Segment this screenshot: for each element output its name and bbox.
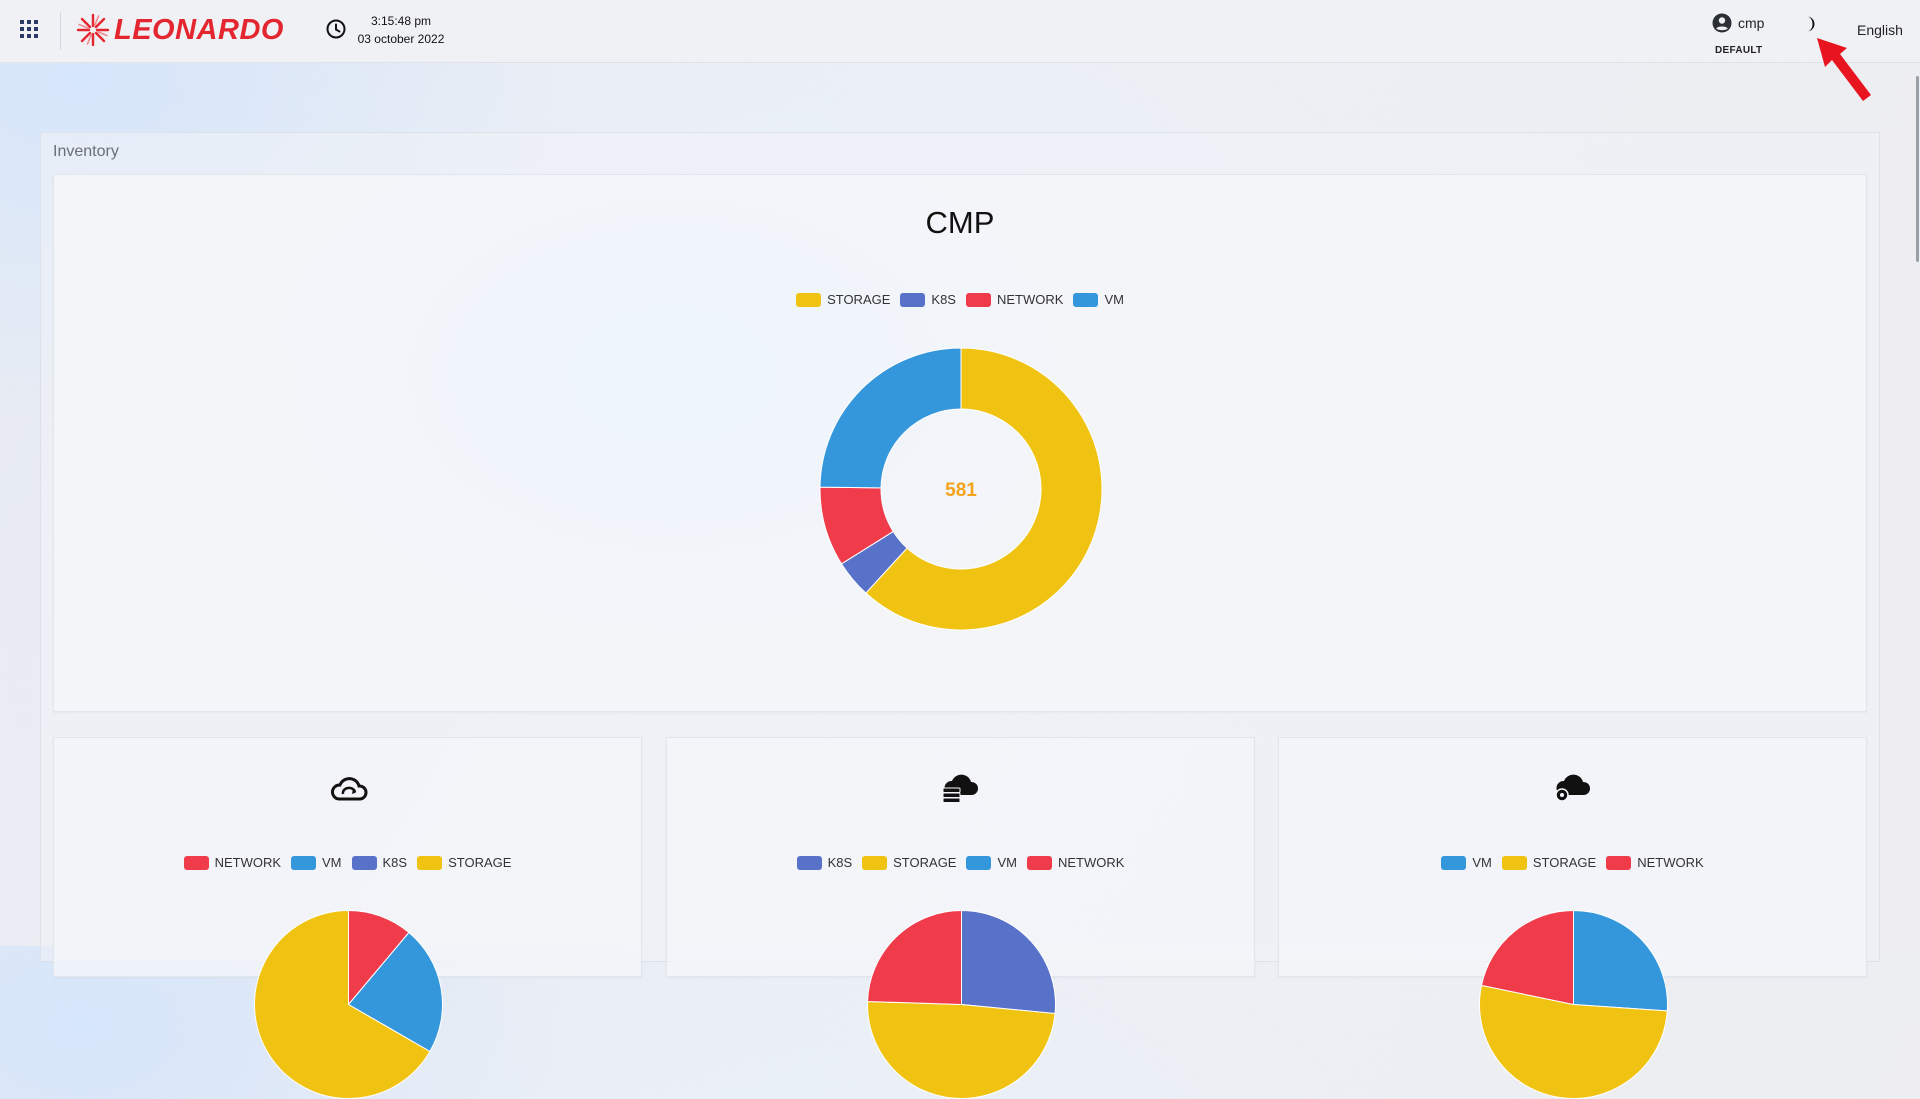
- legend-item-vm[interactable]: VM: [1441, 855, 1492, 870]
- slice-storage[interactable]: [867, 1000, 1056, 1099]
- legend-label: NETWORK: [1637, 855, 1704, 870]
- legend-item-storage[interactable]: STORAGE: [417, 855, 511, 870]
- inventory-card-2: K8S STORAGE VM NETWORK: [666, 737, 1255, 1099]
- legend-label: VM: [1104, 292, 1124, 307]
- cmp-chart-card: CMP STORAGE K8S NETWORK VM 581: [53, 174, 1867, 712]
- legend-item-network[interactable]: NETWORK: [183, 855, 282, 870]
- legend-swatch: [1606, 855, 1632, 870]
- legend-swatch: [351, 855, 377, 870]
- pie-chart: [1479, 910, 1668, 1099]
- legend-item-vm[interactable]: VM: [291, 855, 342, 870]
- cloud-settings-icon: [1555, 774, 1591, 802]
- legend-item-storage[interactable]: STORAGE: [796, 292, 890, 307]
- legend-item-k8s[interactable]: K8S: [900, 292, 956, 307]
- brand-starburst-icon: [76, 13, 110, 47]
- legend-swatch: [900, 292, 926, 307]
- legend-item-network[interactable]: NETWORK: [965, 292, 1064, 307]
- legend-item-vm[interactable]: VM: [1073, 292, 1124, 307]
- pie-chart: [254, 910, 443, 1099]
- legend-swatch: [1073, 292, 1099, 307]
- chart-legend: K8S STORAGE VM NETWORK: [667, 855, 1254, 870]
- user-role: DEFAULT: [1715, 45, 1763, 56]
- legend-label: STORAGE: [893, 855, 957, 870]
- cmp-donut-chart: 581: [819, 347, 1103, 631]
- pie-chart: [867, 910, 1056, 1099]
- legend-label: VM: [997, 855, 1017, 870]
- chart-legend: NETWORK VM K8S STORAGE: [54, 855, 641, 870]
- legend-swatch: [966, 855, 992, 870]
- inventory-card-1: NETWORK VM K8S STORAGE: [53, 737, 642, 1099]
- user-account-icon[interactable]: [1712, 13, 1732, 33]
- legend-label: STORAGE: [1532, 855, 1597, 870]
- legend-item-storage[interactable]: STORAGE: [1501, 855, 1597, 870]
- legend-item-network[interactable]: NETWORK: [1606, 855, 1704, 870]
- slice-vm[interactable]: [819, 347, 962, 489]
- chart-legend: STORAGE K8S NETWORK VM: [54, 292, 1866, 307]
- legend-item-network[interactable]: NETWORK: [1026, 855, 1125, 870]
- brand-logo[interactable]: LEONARDO: [76, 12, 284, 48]
- legend-swatch: [796, 855, 822, 870]
- moon-icon[interactable]: [1800, 14, 1820, 34]
- chart-legend: VM STORAGE NETWORK: [1279, 855, 1866, 870]
- legend-label: NETWORK: [214, 855, 282, 870]
- legend-item-vm[interactable]: VM: [966, 855, 1017, 870]
- annotation-arrow-icon: [1817, 38, 1871, 101]
- brand-name: LEONARDO: [114, 13, 284, 46]
- legend-swatch: [417, 855, 443, 870]
- legend-swatch: [1441, 855, 1467, 870]
- total-count: 581: [945, 480, 977, 501]
- legend-label: NETWORK: [1057, 855, 1125, 870]
- current-date: 03 october 2022: [357, 32, 445, 46]
- legend-swatch: [291, 855, 317, 870]
- legend-swatch: [862, 855, 888, 870]
- legend-swatch: [965, 292, 991, 307]
- slice-network[interactable]: [867, 910, 962, 1006]
- slice-k8s[interactable]: [961, 910, 1056, 1015]
- top-bar: LEONARDO 3:15:48 pm 03 october 2022 cmp …: [0, 0, 1920, 63]
- inventory-card-3: VM STORAGE NETWORK: [1278, 737, 1867, 1099]
- legend-item-k8s[interactable]: K8S: [796, 855, 853, 870]
- legend-swatch: [1026, 855, 1052, 870]
- current-time: 3:15:48 pm: [370, 14, 432, 28]
- legend-label: STORAGE: [448, 855, 512, 870]
- legend-label: STORAGE: [827, 292, 891, 307]
- legend-swatch: [183, 855, 209, 870]
- legend-swatch: [1501, 855, 1527, 870]
- legend-label: VM: [1472, 855, 1492, 870]
- legend-label: K8S: [931, 292, 956, 307]
- cloud-sync-icon: [331, 777, 368, 801]
- inventory-title: Inventory: [53, 143, 119, 160]
- legend-swatch: [796, 292, 822, 307]
- apps-grid-icon[interactable]: [20, 20, 38, 38]
- user-name[interactable]: cmp: [1738, 15, 1764, 31]
- slice-vm[interactable]: [1573, 910, 1668, 1012]
- legend-label: K8S: [382, 855, 408, 870]
- legend-label: NETWORK: [996, 292, 1064, 307]
- cloud-server-icon: [942, 774, 979, 803]
- legend-label: VM: [322, 855, 342, 870]
- legend-item-k8s[interactable]: K8S: [351, 855, 408, 870]
- scrollbar-thumb[interactable]: [1916, 76, 1919, 262]
- legend-item-storage[interactable]: STORAGE: [862, 855, 956, 870]
- header-divider: [60, 12, 61, 50]
- legend-label: K8S: [827, 855, 853, 870]
- chart-title: CMP: [925, 205, 995, 240]
